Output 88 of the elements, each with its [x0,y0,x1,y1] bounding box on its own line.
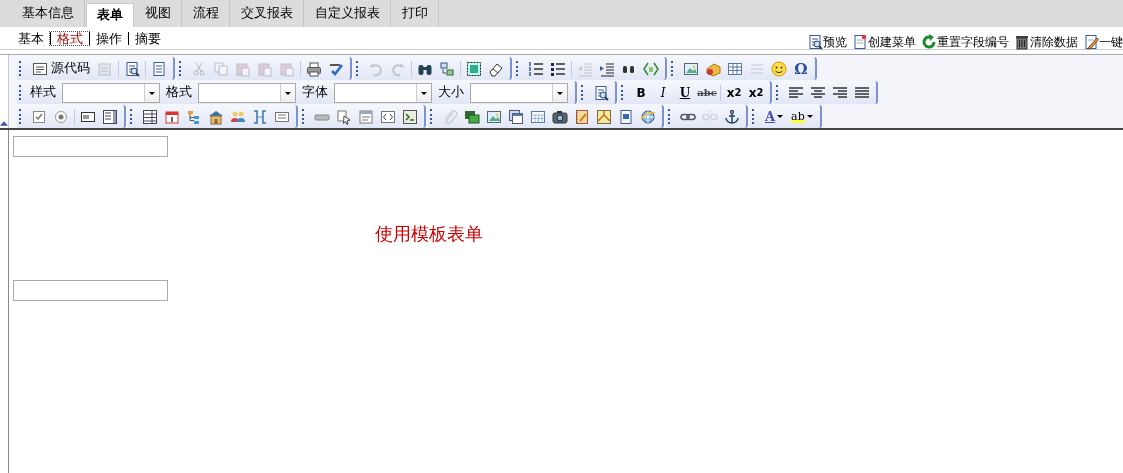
input-field[interactable] [13,136,168,157]
source-code-icon [32,60,48,77]
template-notice: 使用模板表单 [375,222,484,246]
align-left-icon [788,84,804,101]
new-page-icon [852,34,868,50]
toolbar-button[interactable]: I [652,82,674,103]
redo-icon [390,60,406,77]
browser-icon [640,108,656,125]
align-right-icon [832,84,848,101]
scissors-icon [191,60,207,77]
indent-icon [599,60,615,77]
tab[interactable]: 视图 [135,0,182,27]
tab[interactable]: 自定义报表 [305,0,391,27]
toolbar-button[interactable]: B [630,82,652,103]
printer-icon [306,60,322,77]
dropdown-field[interactable] [198,82,296,103]
dropdown-field[interactable] [470,82,568,103]
outdent-icon [577,60,593,77]
preview-icon [593,84,609,101]
subtab[interactable]: 格式 [50,31,89,45]
code-icon [380,108,396,125]
toolbar-button[interactable]: 预览 [807,33,847,51]
toolbar-button[interactable]: 清除数据 [1014,33,1078,51]
checkbox-icon [31,108,47,125]
cursor-doc-icon [336,108,352,125]
toolbar-button[interactable]: 重置字段编号 [921,33,1009,51]
trash-icon [1014,34,1030,50]
house-icon [208,108,224,125]
paste-icon [257,60,273,77]
undo-icon [368,60,384,77]
pen-doc-icon [1083,34,1099,50]
toolbar-button[interactable]: U [674,82,696,103]
subtab[interactable]: 操作 [89,31,128,45]
select-all-icon [466,60,482,77]
preview-icon [807,34,823,50]
layers-icon [464,108,480,125]
source-button[interactable]: 源代码 [28,58,94,79]
justify-icon [854,84,870,101]
list-view-icon [142,108,158,125]
broken-link-icon [702,108,718,125]
clipboard-icon [97,60,113,77]
grid-icon [530,108,546,125]
color-picker[interactable]: A [761,109,788,124]
field-label: 格式 [166,84,192,101]
tab[interactable]: 交叉报表 [231,0,304,27]
radio-icon [53,108,69,125]
subtab[interactable]: 摘要 [128,31,167,45]
form-icon [358,108,374,125]
notebook-icon [574,108,590,125]
preview-icon [124,60,140,77]
field-label: 样式 [30,84,56,101]
tab[interactable]: 基本信息 [12,0,85,27]
document-icon [151,60,167,77]
collapse-icon[interactable] [0,121,8,126]
listbox-icon [102,108,118,125]
color-picker[interactable]: ab [787,110,817,123]
tab[interactable]: 流程 [183,0,230,27]
subtab[interactable]: 基本 [12,31,50,45]
image-icon [486,108,502,125]
toolbar-button[interactable]: 创建菜单 [852,33,916,51]
word-doc-icon [618,108,634,125]
tab[interactable]: 表单 [86,3,134,27]
paste-icon [235,60,251,77]
field-label: 大小 [438,84,464,101]
dropdown-field[interactable] [62,82,160,103]
numbered-list-icon [528,60,544,77]
dropdown-field[interactable] [334,82,432,103]
calendar-icon [164,108,180,125]
map-icon [596,108,612,125]
toolbar-button[interactable]: 一键 [1083,33,1123,51]
tab[interactable]: 打印 [392,0,439,27]
paperclip-icon [442,108,458,125]
table-icon [727,60,743,77]
org-chart-icon [186,108,202,125]
window-icon [508,108,524,125]
image-icon [683,60,699,77]
anchor-icon [724,108,740,125]
refresh-icon [921,34,937,50]
align-center-icon [810,84,826,101]
paste-icon [279,60,295,77]
field-label: 字体 [302,84,328,101]
toolbar-button[interactable]: abc [696,82,718,103]
input-field[interactable] [13,280,168,301]
smiley-icon [771,60,787,77]
copy-icon [213,60,229,77]
bullet-list-icon [550,60,566,77]
toolbar-button[interactable]: Ω [790,58,812,79]
camera-icon [552,108,568,125]
